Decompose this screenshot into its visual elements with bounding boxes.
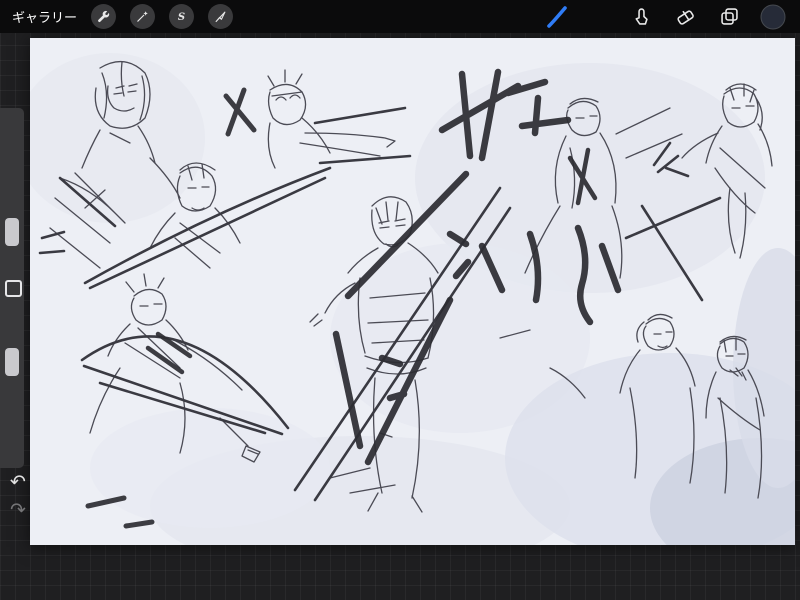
selection-s-icon: S (178, 12, 185, 23)
actions-button[interactable] (91, 4, 117, 29)
modify-button[interactable] (5, 280, 22, 297)
top-toolbar: ギャラリー S (0, 0, 800, 33)
magic-wand-icon (137, 11, 148, 22)
layers-button[interactable] (716, 4, 742, 30)
brush-size-handle[interactable] (5, 218, 19, 246)
undo-button[interactable]: ↶ (6, 470, 30, 494)
smudge-finger-icon (634, 8, 648, 25)
selection-button[interactable]: S (169, 4, 195, 29)
transform-arrow-icon (215, 11, 226, 23)
drawing-canvas[interactable] (30, 38, 795, 545)
brush-size-slider[interactable] (0, 108, 24, 280)
layers-icon (720, 8, 738, 25)
opacity-handle[interactable] (5, 348, 19, 376)
transform-button[interactable] (208, 4, 234, 29)
paint-tools-group (544, 4, 786, 30)
wrench-icon (98, 10, 110, 23)
erase-tool-button[interactable] (672, 4, 698, 30)
paint-tool-button[interactable] (544, 4, 570, 30)
side-toolbar (0, 108, 24, 468)
eraser-icon (676, 10, 694, 25)
adjustments-button[interactable] (130, 4, 156, 29)
smudge-tool-button[interactable] (628, 4, 654, 30)
brush-stroke-icon (547, 5, 567, 28)
sketch-artwork (30, 38, 795, 545)
color-swatch-button[interactable] (760, 4, 786, 30)
procreate-app: ギャラリー S ↶ ↷ (0, 0, 800, 600)
gallery-button[interactable]: ギャラリー (12, 7, 77, 26)
selection-glyph: S (178, 12, 185, 23)
redo-button[interactable]: ↷ (6, 498, 30, 522)
opacity-slider[interactable] (0, 308, 24, 468)
color-circle (760, 4, 786, 29)
